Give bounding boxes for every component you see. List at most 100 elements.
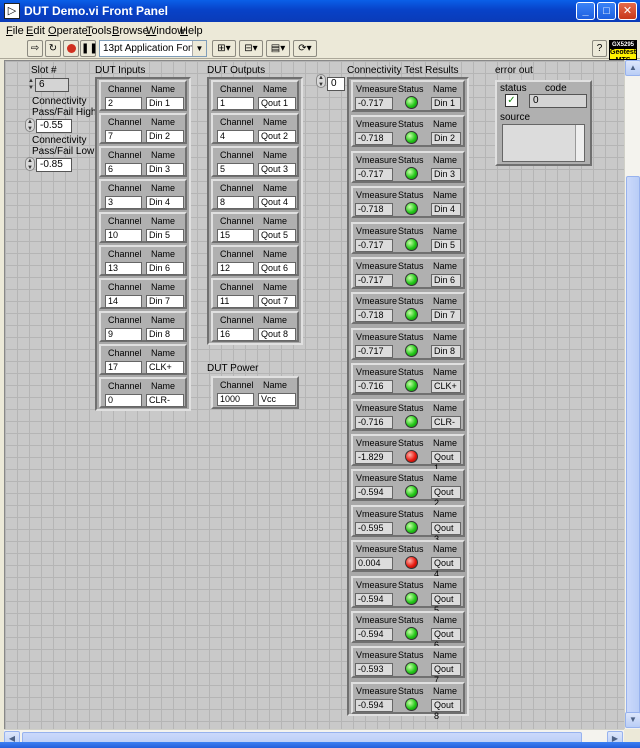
slot-increment-icon[interactable]: ▲ ▼ xyxy=(27,78,35,92)
high-input[interactable]: -0.55 xyxy=(36,119,72,133)
name-input[interactable]: CLR- xyxy=(146,394,184,407)
reorder-icon[interactable]: ⟳▾ xyxy=(293,40,317,57)
channel-header: Channel xyxy=(220,216,254,226)
name-input[interactable]: Qout 3 xyxy=(258,163,296,176)
maximize-button[interactable]: □ xyxy=(597,2,616,20)
menu-operate[interactable]: Operate xyxy=(48,25,88,37)
channel-input[interactable]: 6 xyxy=(105,163,142,176)
name-header: Name xyxy=(433,544,458,555)
vmeasure-header: Vmeasure xyxy=(356,685,398,696)
power-channel-input[interactable]: 1000 xyxy=(217,393,254,406)
inputs-label: DUT Inputs xyxy=(95,65,146,76)
inputs-cluster: Channel Name 14 Din 7 xyxy=(99,278,187,309)
power-name-input[interactable]: Vcc xyxy=(258,393,296,406)
menu-edit[interactable]: Edit xyxy=(26,25,45,37)
result-name-value: CLR- xyxy=(431,415,461,429)
name-input[interactable]: Din 1 xyxy=(146,97,184,110)
name-header: Name xyxy=(433,296,458,307)
status-header: Status xyxy=(398,508,424,519)
name-input[interactable]: Qout 5 xyxy=(258,229,296,242)
menu-help[interactable]: Help xyxy=(180,25,203,37)
channel-input[interactable]: 13 xyxy=(105,262,142,275)
name-input[interactable]: Din 5 xyxy=(146,229,184,242)
name-header: Name xyxy=(263,117,288,127)
minimize-button[interactable]: _ xyxy=(576,2,595,20)
name-input[interactable]: Din 3 xyxy=(146,163,184,176)
vertical-scrollbar[interactable]: ▲ ▼ xyxy=(624,60,640,729)
vmeasure-header: Vmeasure xyxy=(356,261,398,271)
menu-browse[interactable]: Browse xyxy=(112,25,149,37)
outputs-cluster: Channel Name 1 Qout 1 xyxy=(211,80,299,111)
channel-input[interactable]: 14 xyxy=(105,295,142,308)
close-button[interactable]: ✕ xyxy=(618,2,637,20)
channel-input[interactable]: 8 xyxy=(217,196,254,209)
scroll-down-icon[interactable]: ▼ xyxy=(625,712,640,728)
name-input[interactable]: Qout 4 xyxy=(258,196,296,209)
outputs-cluster: Channel Name 8 Qout 4 xyxy=(211,179,299,210)
menu-file[interactable]: File xyxy=(6,25,24,37)
status-led-icon xyxy=(405,308,418,322)
channel-input[interactable]: 7 xyxy=(105,130,142,143)
name-input[interactable]: CLK+ xyxy=(146,361,184,374)
results-index-input[interactable]: 0 xyxy=(327,77,345,91)
name-input[interactable]: Qout 8 xyxy=(258,328,296,341)
channel-input[interactable]: 0 xyxy=(105,394,142,407)
run-continuously-icon[interactable]: ↻ xyxy=(45,40,61,57)
channel-input[interactable]: 12 xyxy=(217,262,254,275)
error-status-label: status xyxy=(500,83,527,94)
pause-icon[interactable]: ❚❚ xyxy=(80,40,98,57)
channel-input[interactable]: 15 xyxy=(217,229,254,242)
vmeasure-value: -0.594 xyxy=(355,698,393,712)
result-cluster: Vmeasure Status Name -0.717 Din 8 xyxy=(351,327,465,360)
status-header: Status xyxy=(398,331,424,342)
channel-input[interactable]: 1 xyxy=(217,97,254,110)
scroll-up-icon[interactable]: ▲ xyxy=(625,60,640,76)
name-header: Name xyxy=(433,402,458,413)
status-led-icon xyxy=(405,273,418,286)
name-input[interactable]: Qout 7 xyxy=(258,295,296,308)
name-input[interactable]: Din 6 xyxy=(146,262,184,275)
error-source-scrollbar[interactable] xyxy=(575,125,584,161)
channel-input[interactable]: 9 xyxy=(105,328,142,341)
vertical-scroll-thumb[interactable] xyxy=(626,176,640,724)
low-label-2: Pass/Fail Low xyxy=(32,146,95,157)
name-input[interactable]: Din 2 xyxy=(146,130,184,143)
channel-header: Channel xyxy=(108,282,142,292)
run-arrow-icon[interactable]: ⇨ xyxy=(27,40,43,57)
channel-input[interactable]: 16 xyxy=(217,328,254,341)
name-header: Name xyxy=(263,150,288,160)
align-objects-icon[interactable]: ⊞▾ xyxy=(212,40,236,57)
resize-objects-icon[interactable]: ▤▾ xyxy=(266,40,290,57)
results-index-increment-icon[interactable]: ▲ ▼ xyxy=(316,74,326,88)
name-input[interactable]: Din 8 xyxy=(146,328,184,341)
low-increment-icon[interactable]: ▲ ▼ xyxy=(25,157,35,171)
menu-tools[interactable]: Tools xyxy=(86,25,112,37)
outputs-cluster: Channel Name 4 Qout 2 xyxy=(211,113,299,144)
name-input[interactable]: Qout 1 xyxy=(258,97,296,110)
channel-input[interactable]: 3 xyxy=(105,196,142,209)
status-header: Status xyxy=(398,190,424,201)
name-input[interactable]: Din 4 xyxy=(146,196,184,209)
high-increment-icon[interactable]: ▲ ▼ xyxy=(25,118,35,132)
channel-input[interactable]: 11 xyxy=(217,295,254,308)
font-select[interactable]: 13pt Application Font ▼ xyxy=(99,40,207,57)
help-icon[interactable]: ? xyxy=(592,40,607,57)
name-input[interactable]: Qout 6 xyxy=(258,262,296,275)
name-input[interactable]: Din 7 xyxy=(146,295,184,308)
result-cluster: Vmeasure Status Name -0.718 Din 2 xyxy=(351,115,465,148)
name-input[interactable]: Qout 2 xyxy=(258,130,296,143)
channel-input[interactable]: 17 xyxy=(105,361,142,374)
front-panel: Slot # ▲ ▼ 6 Connectivity Pass/Fail High … xyxy=(4,60,624,729)
channel-input[interactable]: 10 xyxy=(105,229,142,242)
channel-input[interactable]: 5 xyxy=(217,163,254,176)
low-input[interactable]: -0.85 xyxy=(36,158,72,172)
status-header: Status xyxy=(398,119,424,130)
inputs-cluster: Channel Name 10 Din 5 xyxy=(99,212,187,243)
vmeasure-value: -0.595 xyxy=(355,521,393,535)
channel-header: Channel xyxy=(108,315,142,325)
name-header: Name xyxy=(433,225,458,236)
channel-input[interactable]: 2 xyxy=(105,97,142,110)
abort-icon[interactable] xyxy=(63,40,79,57)
channel-input[interactable]: 4 xyxy=(217,130,254,143)
distribute-objects-icon[interactable]: ⊟▾ xyxy=(239,40,263,57)
